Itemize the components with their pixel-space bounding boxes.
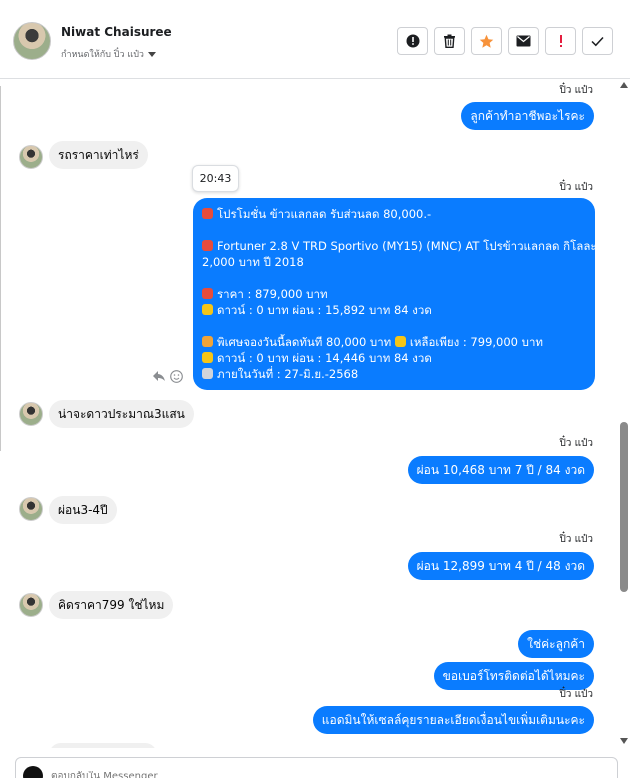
- incoming-message[interactable]: ผ่อน3-4ปี: [49, 496, 117, 524]
- contact-avatar-small: [19, 497, 43, 521]
- sender-label: ปิ๋ว แป๋ว: [559, 438, 593, 449]
- promo-line: ดาวน์ : 0 บาท ผ่อน : 14,446 บาท 84 งวด: [202, 350, 586, 366]
- sun-icon: [202, 352, 213, 363]
- envelope-icon: [516, 35, 531, 47]
- scroll-down-arrow-icon[interactable]: [620, 738, 628, 744]
- promotion-message[interactable]: โปรโมชั่น ข้าวแลกลด รับส่วนลด 80,000.- F…: [193, 198, 597, 390]
- incoming-message[interactable]: รถราคาเท่าไหร่: [49, 141, 148, 169]
- assign-dropdown[interactable]: กำหนดให้กับ ปิ๋ว แป๋ว: [61, 47, 156, 61]
- sender-label: ปิ๋ว แป๋ว: [559, 689, 593, 700]
- star-icon: [479, 34, 494, 48]
- outgoing-message[interactable]: ลูกค้าทำอาชีพอะไรคะ: [461, 102, 594, 130]
- trash-icon: [444, 34, 455, 48]
- thread-scrollbar[interactable]: [618, 80, 630, 748]
- mark-done-button[interactable]: [582, 27, 613, 55]
- pin-icon: [202, 208, 213, 219]
- star-emoji-icon: [202, 304, 213, 315]
- check-icon: [591, 36, 604, 46]
- exclamation-icon: [559, 35, 562, 47]
- contact-avatar-small: [19, 145, 43, 169]
- sender-label: ปิ๋ว แป๋ว: [559, 182, 593, 193]
- sender-label: ปิ๋ว แป๋ว: [559, 534, 593, 545]
- promo-line: ภายในวันที่ : 27-มิ.ย.-2568: [202, 366, 586, 382]
- outgoing-message[interactable]: ขอเบอร์โทรติดต่อได้ไหมคะ: [433, 662, 594, 690]
- incoming-message-partial[interactable]: [49, 743, 157, 748]
- promo-line: 2,000 บาท ปี 2018: [202, 255, 304, 269]
- car-icon: [202, 240, 213, 251]
- pointing-hand-icon: [394, 336, 406, 347]
- clock-icon: [202, 368, 213, 379]
- time-tooltip: 20:43: [192, 165, 239, 192]
- outgoing-message[interactable]: ผ่อน 10,468 บาท 7 ปี / 84 งวด: [407, 456, 594, 484]
- reply-input[interactable]: [51, 771, 351, 778]
- outgoing-message[interactable]: ใช่ค่ะลูกค้า: [518, 630, 594, 658]
- conversation-header: Niwat Chaisuree กำหนดให้กับ ปิ๋ว แป๋ว: [0, 0, 630, 79]
- messenger-page-avatar: [23, 766, 43, 778]
- follow-up-button[interactable]: [545, 27, 576, 55]
- react-emoji-icon[interactable]: [170, 370, 183, 383]
- pin-icon: [202, 288, 213, 299]
- promo-line: ราคา : 879,000 บาท: [202, 286, 586, 302]
- outgoing-message[interactable]: ผ่อน 12,899 บาท 4 ปี / 48 งวด: [407, 552, 594, 580]
- party-icon: [202, 336, 213, 347]
- contact-name[interactable]: Niwat Chaisuree: [61, 25, 172, 39]
- promo-line: พิเศษจองวันนี้ลดทันที 80,000 บาท เหลือเพ…: [202, 334, 586, 350]
- promo-line: ดาวน์ : 0 บาท ผ่อน : 15,892 บาท 84 งวด: [202, 302, 586, 318]
- contact-avatar-small: [19, 402, 43, 426]
- contact-avatar-small: [19, 593, 43, 617]
- sender-label: ปิ๋ว แป๋ว: [559, 85, 593, 96]
- promo-line: โปรโมชั่น ข้าวแลกลด รับส่วนลด 80,000.-: [202, 206, 586, 222]
- reply-composer[interactable]: [15, 757, 618, 778]
- scrollbar-thumb[interactable]: [620, 422, 628, 592]
- message-thread[interactable]: ปิ๋ว แป๋ว ลูกค้าทำอาชีพอะไรคะ รถราคาเท่า…: [0, 80, 618, 748]
- scroll-up-arrow-icon[interactable]: [620, 82, 628, 88]
- assigned-to-label: กำหนดให้กับ ปิ๋ว แป๋ว: [61, 50, 144, 60]
- outgoing-message[interactable]: แอดมินให้เซลล์คุยรายละเอียดเงื่อนไขเพิ่ม…: [312, 706, 594, 734]
- contact-avatar[interactable]: [13, 22, 51, 60]
- conversation-toolbar: [397, 27, 613, 55]
- delete-button[interactable]: [434, 27, 465, 55]
- reply-icon[interactable]: [152, 370, 166, 382]
- incoming-message[interactable]: น่าจะดาวประมาณ3แสน: [49, 400, 194, 428]
- promo-line: Fortuner 2.8 V TRD Sportivo (MY15) (MNC)…: [202, 238, 597, 254]
- caret-down-icon: [147, 51, 156, 57]
- mark-unread-button[interactable]: [508, 27, 539, 55]
- message-actions: [152, 370, 183, 383]
- exclamation-circle-icon: [406, 34, 419, 48]
- star-button[interactable]: [471, 27, 502, 55]
- incoming-message[interactable]: คิดราคา799 ใช่ไหม: [49, 591, 174, 619]
- spam-report-button[interactable]: [397, 27, 428, 55]
